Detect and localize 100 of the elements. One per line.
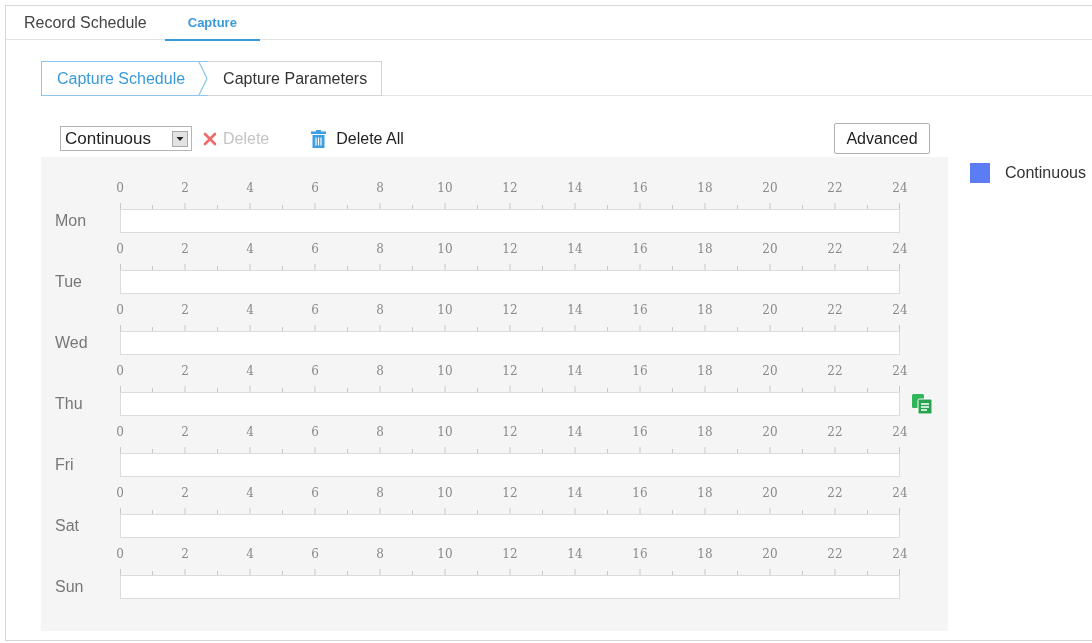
- x-icon: [203, 131, 217, 146]
- copy-icon[interactable]: [912, 394, 932, 414]
- hour-label: 12: [502, 364, 518, 379]
- hour-label: 16: [632, 547, 648, 562]
- hour-label: 6: [311, 547, 319, 562]
- hour-label: 4: [246, 303, 254, 318]
- hour-label: 18: [697, 486, 713, 501]
- hour-label: 10: [437, 303, 453, 318]
- hour-label: 6: [311, 486, 319, 501]
- hour-label: 8: [376, 547, 384, 562]
- hour-label: 22: [827, 242, 843, 257]
- hour-label: 14: [567, 364, 583, 379]
- hour-label: 0: [116, 486, 124, 501]
- hour-label: 2: [181, 364, 189, 379]
- hour-label: 18: [697, 181, 713, 196]
- hour-label: 4: [246, 364, 254, 379]
- hour-label: 4: [246, 486, 254, 501]
- hour-label: 2: [181, 425, 189, 440]
- hour-label: 0: [116, 425, 124, 440]
- day-label: Sat: [54, 516, 80, 536]
- hour-label: 22: [827, 181, 843, 196]
- hour-label: 14: [567, 425, 583, 440]
- hour-label: 12: [502, 181, 518, 196]
- day-label: Fri: [54, 455, 75, 475]
- type-select[interactable]: Continuous: [60, 126, 192, 151]
- step-tab[interactable]: Capture Parameters: [208, 61, 383, 96]
- hour-label: 20: [762, 303, 778, 318]
- hour-label: 20: [762, 486, 778, 501]
- tab[interactable]: Record Schedule: [6, 6, 165, 41]
- hour-label: 22: [827, 303, 843, 318]
- hour-label: 16: [632, 303, 648, 318]
- caret-icon: [172, 130, 188, 147]
- hour-label: 20: [762, 364, 778, 379]
- hour-label: 6: [311, 181, 319, 196]
- hour-label: 2: [181, 242, 189, 257]
- hour-label: 16: [632, 242, 648, 257]
- schedule-bar[interactable]: [120, 453, 900, 477]
- chevron-icon: [198, 62, 209, 95]
- day-label: Sun: [54, 577, 85, 597]
- hour-label: 8: [376, 303, 384, 318]
- hour-label: 0: [116, 364, 124, 379]
- hour-label: 18: [697, 547, 713, 562]
- hour-label: 24: [892, 364, 908, 379]
- delete-all-button[interactable]: Delete All: [311, 129, 404, 148]
- hour-label: 16: [632, 425, 648, 440]
- hour-label: 8: [376, 181, 384, 196]
- hour-label: 18: [697, 242, 713, 257]
- hour-label: 6: [311, 364, 319, 379]
- schedule-bar[interactable]: [120, 514, 900, 538]
- hour-label: 14: [567, 181, 583, 196]
- day-label: Tue: [54, 272, 83, 292]
- hour-label: 22: [827, 425, 843, 440]
- hour-label: 8: [376, 242, 384, 257]
- hour-label: 10: [437, 425, 453, 440]
- hour-label: 14: [567, 242, 583, 257]
- hour-label: 24: [892, 547, 908, 562]
- hour-label: 20: [762, 425, 778, 440]
- schedule-bar[interactable]: [120, 392, 900, 416]
- schedule-bar[interactable]: [120, 331, 900, 355]
- schedule-bar[interactable]: [120, 270, 900, 294]
- hour-label: 8: [376, 364, 384, 379]
- hour-label: 14: [567, 547, 583, 562]
- hour-label: 16: [632, 364, 648, 379]
- hour-label: 14: [567, 486, 583, 501]
- hour-label: 8: [376, 486, 384, 501]
- hour-label: 0: [116, 181, 124, 196]
- day-label: Wed: [54, 333, 89, 353]
- hour-label: 0: [116, 303, 124, 318]
- hour-label: 2: [181, 547, 189, 562]
- hour-label: 10: [437, 486, 453, 501]
- hour-label: 8: [376, 425, 384, 440]
- hour-label: 24: [892, 425, 908, 440]
- hour-label: 12: [502, 425, 518, 440]
- hour-label: 6: [311, 425, 319, 440]
- hour-label: 6: [311, 242, 319, 257]
- hour-label: 14: [567, 303, 583, 318]
- hour-label: 0: [116, 547, 124, 562]
- hour-label: 2: [181, 181, 189, 196]
- hour-label: 18: [697, 425, 713, 440]
- advanced-button[interactable]: Advanced: [834, 123, 930, 154]
- hour-label: 10: [437, 364, 453, 379]
- day-label: Thu: [54, 394, 84, 414]
- hour-label: 12: [502, 486, 518, 501]
- hour-label: 12: [502, 242, 518, 257]
- trash-icon: [311, 129, 327, 148]
- hour-label: 6: [311, 303, 319, 318]
- hour-label: 10: [437, 181, 453, 196]
- hour-label: 20: [762, 547, 778, 562]
- schedule-bar[interactable]: [120, 209, 900, 233]
- hour-label: 16: [632, 181, 648, 196]
- legend-label: Continuous: [1005, 164, 1086, 182]
- schedule-bar[interactable]: [120, 575, 900, 599]
- hour-label: 12: [502, 303, 518, 318]
- hour-label: 2: [181, 486, 189, 501]
- hour-label: 10: [437, 547, 453, 562]
- hour-label: 4: [246, 425, 254, 440]
- hour-label: 4: [246, 547, 254, 562]
- hour-label: 24: [892, 303, 908, 318]
- hour-label: 24: [892, 181, 908, 196]
- day-label: Mon: [54, 211, 88, 231]
